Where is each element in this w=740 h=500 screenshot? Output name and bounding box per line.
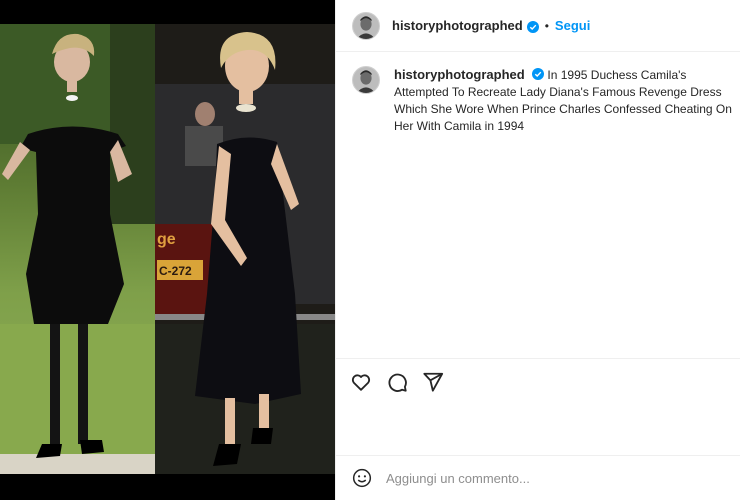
woman-in-black-dress-photo — [0, 24, 155, 474]
comment-input[interactable] — [386, 470, 686, 486]
separator-dot: • — [544, 18, 549, 33]
verified-badge-icon — [532, 68, 545, 80]
svg-text:C-272: C-272 — [159, 264, 192, 278]
add-comment-bar — [336, 455, 740, 500]
emoji-smiley-icon[interactable] — [352, 468, 372, 488]
post-header: historyphotographed • Segui — [336, 0, 740, 52]
avatar[interactable] — [352, 11, 380, 40]
woman-in-velvet-dress-photo: ge C-272 — [155, 24, 335, 474]
username-link[interactable]: historyphotographed — [392, 18, 523, 33]
paper-plane-icon[interactable] — [422, 371, 444, 393]
heart-icon[interactable] — [350, 371, 372, 393]
post-actions-bar — [336, 358, 740, 404]
follow-button[interactable]: Segui — [555, 18, 590, 33]
svg-text:ge: ge — [157, 231, 176, 248]
verified-badge-icon — [526, 20, 539, 33]
post-caption: historyphotographed In 1995 Duchess Cami… — [352, 66, 732, 135]
instagram-post: ge C-272 historyphotographed • Segui his… — [0, 0, 740, 500]
post-media[interactable]: ge C-272 — [0, 0, 335, 500]
post-sidebar: historyphotographed • Segui historyphoto… — [335, 0, 740, 500]
caption-username-link[interactable]: historyphotographed — [394, 67, 525, 82]
media-top-letterbox — [0, 0, 335, 24]
caption-text-block: historyphotographed In 1995 Duchess Cami… — [394, 66, 732, 135]
media-bottom-letterbox — [0, 474, 335, 500]
caption-avatar[interactable] — [352, 66, 380, 94]
comment-bubble-icon[interactable] — [386, 371, 408, 393]
